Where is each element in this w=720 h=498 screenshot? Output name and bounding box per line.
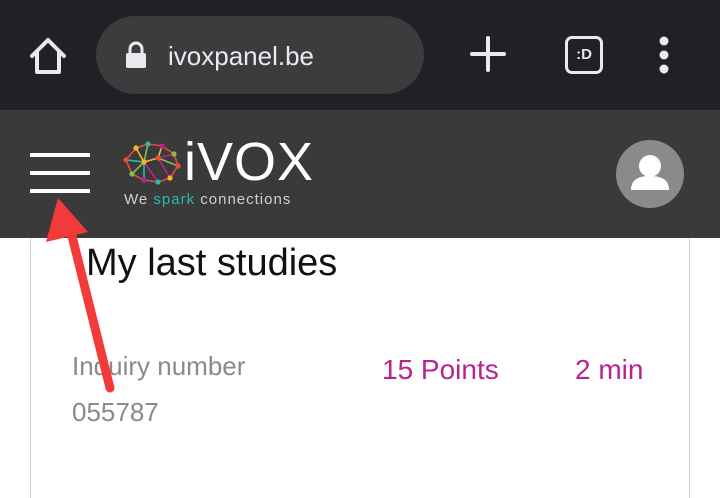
study-points: 15 Points bbox=[382, 354, 499, 385]
study-duration: 2 min bbox=[575, 354, 644, 385]
brain-logo-icon bbox=[118, 138, 184, 190]
url-text[interactable]: ivoxpanel.be bbox=[168, 36, 314, 76]
tagline-accent: spark bbox=[153, 191, 196, 208]
lock-icon[interactable] bbox=[124, 41, 148, 69]
plus-icon[interactable] bbox=[468, 34, 508, 74]
logo-tagline: We spark connections bbox=[124, 190, 291, 210]
logo-wordmark[interactable]: iVOX bbox=[184, 132, 314, 192]
home-icon[interactable] bbox=[26, 34, 70, 78]
avatar-icon[interactable] bbox=[616, 140, 684, 208]
more-vert-icon[interactable] bbox=[652, 36, 676, 76]
annotation-arrow bbox=[40, 190, 130, 400]
tabs-icon[interactable]: :D bbox=[565, 36, 603, 74]
tagline-post: connections bbox=[195, 191, 292, 208]
menu-icon[interactable] bbox=[30, 153, 92, 193]
